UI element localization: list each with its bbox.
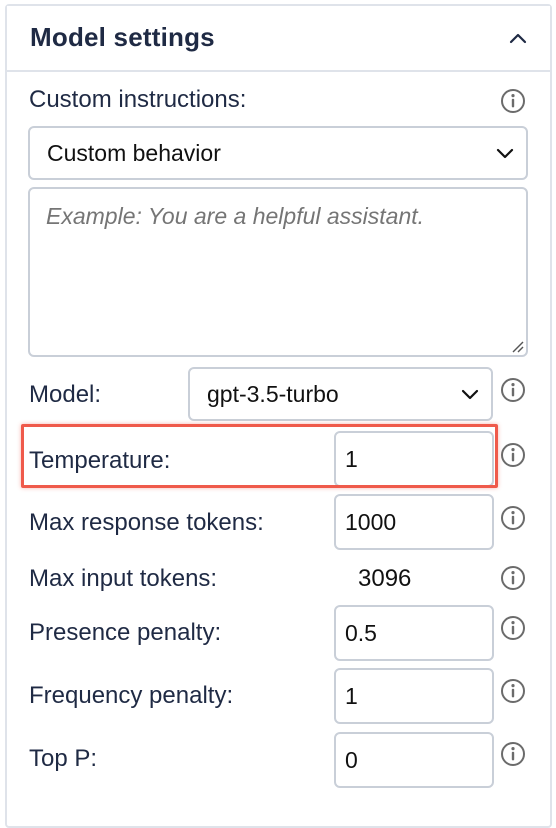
info-icon[interactable] xyxy=(500,88,526,114)
model-selected: gpt-3.5-turbo xyxy=(207,380,339,407)
info-icon[interactable] xyxy=(500,565,526,591)
max-input-tokens-label: Max input tokens: xyxy=(29,565,218,592)
presence-penalty-label: Presence penalty: xyxy=(29,619,222,646)
frequency-penalty-label: Frequency penalty: xyxy=(29,682,234,709)
custom-instructions-selected: Custom behavior xyxy=(47,139,221,166)
temperature-input[interactable]: 1 xyxy=(334,431,494,487)
panel-title: Model settings xyxy=(30,22,215,52)
custom-instructions-textarea[interactable] xyxy=(28,187,528,357)
custom-instructions-select[interactable]: Custom behavior xyxy=(28,126,528,180)
model-select[interactable]: gpt-3.5-turbo xyxy=(188,367,493,421)
top-p-label: Top P: xyxy=(29,745,98,772)
max-input-tokens-value: 3096 xyxy=(358,565,412,592)
info-icon[interactable] xyxy=(500,615,526,641)
max-response-tokens-input[interactable]: 1000 xyxy=(334,494,494,550)
temperature-label: Temperature: xyxy=(29,447,171,474)
resize-handle-icon[interactable] xyxy=(510,339,524,353)
info-icon[interactable] xyxy=(500,741,526,767)
frequency-penalty-input[interactable]: 1 xyxy=(334,668,494,724)
panel-header[interactable]: Model settings xyxy=(7,6,550,72)
info-icon[interactable] xyxy=(500,505,526,531)
top-p-input[interactable]: 0 xyxy=(334,732,494,788)
collapse-button[interactable] xyxy=(506,26,530,50)
info-icon[interactable] xyxy=(500,678,526,704)
chevron-up-icon xyxy=(509,33,527,44)
info-icon[interactable] xyxy=(500,442,526,468)
chevron-down-icon xyxy=(461,389,479,400)
info-icon[interactable] xyxy=(500,377,526,403)
max-response-tokens-label: Max response tokens: xyxy=(29,509,264,536)
chevron-down-icon xyxy=(496,148,514,159)
custom-instructions-label: Custom instructions: xyxy=(29,86,247,113)
presence-penalty-input[interactable]: 0.5 xyxy=(334,605,494,661)
custom-instructions-wrapper xyxy=(28,187,528,357)
model-label: Model: xyxy=(29,381,102,408)
